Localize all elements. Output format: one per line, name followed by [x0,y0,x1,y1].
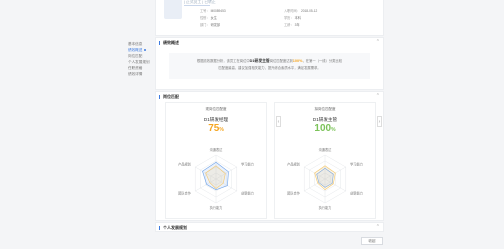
job-match-header[interactable]: 岗位匹配 ⌃ [156,92,383,101]
panel-caption: 现岗位匹配度 [205,107,227,111]
section-accent [159,94,161,99]
summary-percent: 100% [292,59,303,63]
chevron-up-icon[interactable]: ⌃ [376,224,380,230]
development-card: 个人发展规划 ⌃ [155,222,384,232]
chevron-up-icon[interactable]: ⌃ [376,93,380,99]
job-match-title: 岗位匹配 [163,94,179,99]
field-seniority: 工龄：3年 [284,23,300,27]
radar-axis-label: 产品规划 [178,162,191,167]
field-employee-id: 工号：M0089453 [200,9,226,13]
field-education: 学历：本科 [284,16,301,20]
overview-summary: 根据绩效数据分析，该员工在岗位中D1研发主管岗位匹配度达到100%，在第一（一线… [169,53,370,79]
summary-line-2: 匹配度最高，建议加强相关能力，提升综合素质水平，满足发展需求。 [218,66,321,70]
collapse-button[interactable]: 收起 [361,237,383,245]
panel-percent: 75% [208,123,224,134]
development-title: 个人发展规划 [163,225,187,230]
radar-axis-label: 执行能力 [319,205,332,210]
radar-axis-label: 创新能力 [241,191,254,196]
field-join-date: 入职时间：2018-05-12 [284,9,318,13]
job-match-card: 岗位匹配 ⌃ 现岗位匹配度 D1研发经理 75% 沟通表达 学习能力 创新能力 执行能… [155,91,384,221]
panel-caption: 拟岗位匹配度 [314,107,336,111]
radar-series-ability [314,165,336,191]
panel-percent: 100% [314,123,336,134]
section-accent [159,225,161,230]
chevron-up-icon[interactable]: ⌃ [376,39,380,45]
radar-axis-label: 学习能力 [241,162,254,167]
match-panel-current: 现岗位匹配度 D1研发经理 75% 沟通表达 学习能力 创新能力 执行能力 团队合作 产品… [165,102,267,219]
avatar [164,0,182,19]
radar-axis-label: 创新能力 [350,191,363,196]
summary-line-1: 根据绩效数据分析，该员工在岗位中D1研发主管岗位匹配度达到100%，在第一（一线… [196,59,343,63]
active-dot-icon [144,49,147,52]
name-underline [184,4,210,6]
prev-arrow-button[interactable]: ‹ [276,116,281,127]
field-gender: 性别：女生 [200,16,217,20]
radar-chart-current: 沟通表达学习能力创新能力执行能力 团队合作 产品规划 [178,147,254,210]
radar-axis-label: 沟通表达 [210,147,224,152]
overview-card: 绩效概述 ⌃ 根据绩效数据分析，该员工在岗位中D1研发主管岗位匹配度达到100%… [155,37,384,90]
development-header[interactable]: 个人发展规划 ⌃ [156,223,383,232]
field-department: 部门：研发部 [200,23,221,27]
section-accent [159,40,161,45]
summary-job: D1研发主管 [249,59,270,63]
next-arrow-button[interactable]: › [377,116,382,127]
radar-chart-target: 沟通表达学习能力创新能力执行能力 团队合作 产品规划 [287,147,363,210]
side-navigation: 基本信息 绩效概述 岗位匹配 个人发展规划 任职资格 绩效详情 [128,41,154,77]
overview-title: 绩效概述 [163,40,179,45]
radar-axis-label: 执行能力 [210,205,223,210]
sidebar-item-details[interactable]: 绩效详情 [128,71,154,77]
radar-axis-label: 团队合作 [287,191,301,196]
radar-axis-label: 学习能力 [350,162,363,167]
profile-card: | 正式员工 | 已转正 工号：M0089453 性别：女生 部门：研发部 入职… [155,0,384,36]
radar-axis-label: 产品规划 [287,162,300,167]
sidebar-item-label: 绩效概述 [128,48,143,52]
match-panel-target: 拟岗位匹配度 D1研发主管 100% 沟通表达 学习能力 创新能力 执行能力 团队合作产… [274,102,376,219]
radar-axis-label: 沟通表达 [319,147,333,152]
overview-header[interactable]: 绩效概述 ⌃ [156,38,383,47]
radar-axis-label: 团队合作 [178,191,192,196]
